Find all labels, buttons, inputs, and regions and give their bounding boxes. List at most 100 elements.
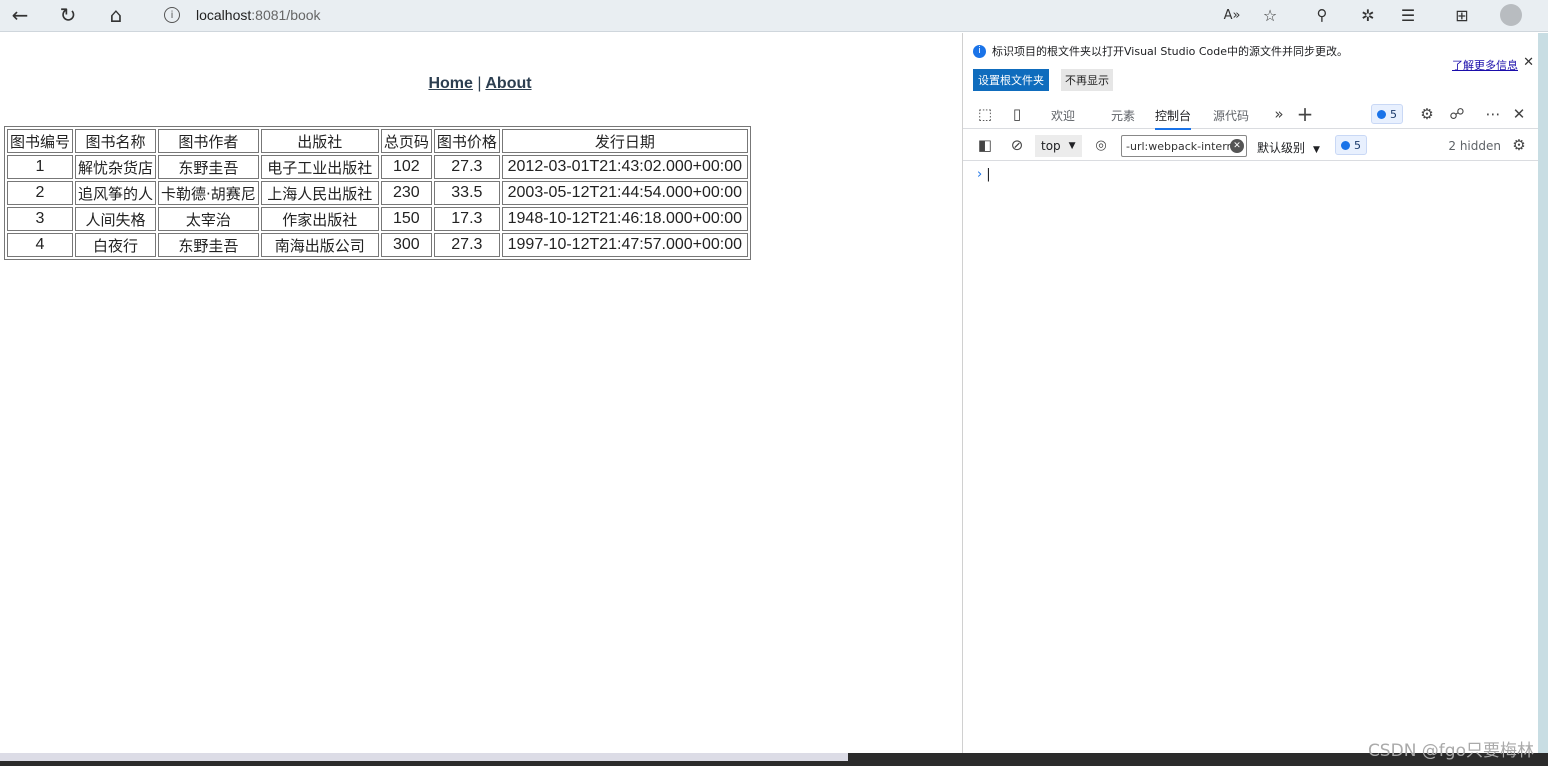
clear-console-icon[interactable]: ⊘ <box>1007 136 1027 154</box>
console-issues-badge[interactable]: 5 <box>1335 135 1367 155</box>
add-tab-icon[interactable]: + <box>1295 102 1315 126</box>
cell-pages: 150 <box>380 207 432 231</box>
devtools-notice: i 标识项目的根文件夹以打开Visual Studio Code中的源文件并同步… <box>973 43 1348 59</box>
cell-name: 解忧杂货店 <box>75 155 157 179</box>
cell-pages: 102 <box>380 155 432 179</box>
cell-date: 2003-05-12T21:44:54.000+00:00 <box>501 181 748 205</box>
cell-price: 33.5 <box>433 181 500 205</box>
table-row: 1 解忧杂货店 东野圭吾 电子工业出版社 102 27.3 2012-03-01… <box>7 155 748 179</box>
nav-links: Home | About <box>0 75 960 93</box>
header-release-date: 发行日期 <box>501 129 748 153</box>
notice-text: 标识项目的根文件夹以打开Visual Studio Code中的源文件并同步更改… <box>992 45 1349 58</box>
console-filter-input[interactable]: -url:webpack-intern ✕ <box>1121 135 1247 157</box>
home-link[interactable]: Home <box>428 75 472 92</box>
cell-name: 白夜行 <box>75 233 157 257</box>
table-header-row: 图书编号 图书名称 图书作者 出版社 总页码 图书价格 发行日期 <box>7 129 748 153</box>
cell-date: 2012-03-01T21:43:02.000+00:00 <box>501 155 748 179</box>
table-row: 2 追风筝的人 卡勒德·胡赛尼 上海人民出版社 230 33.5 2003-05… <box>7 181 748 205</box>
dont-show-again-button[interactable]: 不再显示 <box>1061 69 1113 91</box>
console-toolbar: ◧ ⊘ top ▼ ◎ -url:webpack-intern ✕ 默认级别 ▼ 5… <box>963 131 1543 161</box>
cell-pages: 230 <box>380 181 432 205</box>
set-root-folder-button[interactable]: 设置根文件夹 <box>973 69 1049 91</box>
url-text: localhost:8081/book <box>196 7 321 23</box>
puzzle-extensions-icon[interactable]: ✲ <box>1352 0 1384 30</box>
cell-id: 4 <box>7 233 74 257</box>
cell-author: 卡勒德·胡赛尼 <box>158 181 259 205</box>
cell-pages: 300 <box>380 233 432 257</box>
about-link[interactable]: About <box>485 75 531 92</box>
more-options-icon[interactable]: ⋯ <box>1483 105 1503 123</box>
info-icon: i <box>973 44 986 58</box>
cell-price: 17.3 <box>433 207 500 231</box>
books-table: 图书编号 图书名称 图书作者 出版社 总页码 图书价格 发行日期 1 解忧杂货店… <box>4 126 751 260</box>
console-prompt[interactable]: › | <box>977 167 991 182</box>
read-aloud-icon[interactable]: A» <box>1216 0 1248 30</box>
taskbar-strip <box>0 753 1548 766</box>
more-tabs-icon[interactable]: » <box>1269 105 1289 123</box>
log-level-select[interactable]: 默认级别 ▼ <box>1257 139 1320 156</box>
cell-date: 1948-10-12T21:46:18.000+00:00 <box>501 207 748 231</box>
back-arrow-icon[interactable]: ← <box>4 0 36 30</box>
message-icon <box>1341 140 1350 150</box>
clear-filter-icon[interactable]: ✕ <box>1230 139 1244 153</box>
learn-more-link[interactable]: 了解更多信息 <box>1452 57 1518 73</box>
dropdown-icon: ▼ <box>1068 141 1076 151</box>
table-row: 4 白夜行 东野圭吾 南海出版公司 300 27.3 1997-10-12T21… <box>7 233 748 257</box>
table-row: 3 人间失格 太宰治 作家出版社 150 17.3 1948-10-12T21:… <box>7 207 748 231</box>
dropdown-icon: ▼ <box>1313 145 1320 155</box>
header-book-id: 图书编号 <box>7 129 74 153</box>
hidden-count: 2 hidden <box>1448 139 1501 153</box>
cell-name: 人间失格 <box>75 207 157 231</box>
extension-icon[interactable]: ⚲ <box>1306 0 1338 30</box>
header-price: 图书价格 <box>433 129 500 153</box>
cell-price: 27.3 <box>433 155 500 179</box>
cell-author: 太宰治 <box>158 207 259 231</box>
tab-console[interactable]: 控制台 <box>1155 107 1192 130</box>
tab-welcome[interactable]: 欢迎 <box>1051 107 1075 124</box>
reload-icon[interactable]: ↻ <box>52 0 84 30</box>
profile-avatar-icon[interactable] <box>1500 4 1522 26</box>
close-devtools-icon[interactable]: ✕ <box>1509 105 1529 123</box>
header-book-name: 图书名称 <box>75 129 157 153</box>
tab-elements[interactable]: 元素 <box>1111 107 1135 124</box>
cell-publisher: 电子工业出版社 <box>260 155 379 179</box>
close-icon[interactable]: ✕ <box>1523 55 1534 70</box>
header-pages: 总页码 <box>380 129 432 153</box>
console-settings-icon[interactable]: ⚙ <box>1509 136 1529 154</box>
cell-id: 1 <box>7 155 74 179</box>
connection-icon[interactable]: ☍ <box>1447 105 1467 123</box>
web-page: Home | About 图书编号 图书名称 图书作者 出版社 总页码 图书价格… <box>0 33 960 753</box>
cell-publisher: 作家出版社 <box>260 207 379 231</box>
horizontal-scrollbar[interactable] <box>0 753 848 761</box>
settings-gear-icon[interactable]: ⚙ <box>1417 105 1437 123</box>
context-select[interactable]: top ▼ <box>1035 135 1082 157</box>
cell-id: 2 <box>7 181 74 205</box>
inspect-element-icon[interactable]: ⬚ <box>975 105 995 123</box>
cell-price: 27.3 <box>433 233 500 257</box>
devtools-panel: i 标识项目的根文件夹以打开Visual Studio Code中的源文件并同步… <box>962 33 1543 753</box>
cell-author: 东野圭吾 <box>158 233 259 257</box>
browser-toolbar: ← ↻ ⌂ i localhost:8081/book A» ☆ ⚲ ✲ ☰ ⊞ <box>0 0 1548 32</box>
cell-name: 追风筝的人 <box>75 181 157 205</box>
home-icon[interactable]: ⌂ <box>100 0 132 30</box>
site-info-icon[interactable]: i <box>164 7 180 23</box>
message-icon <box>1377 109 1386 119</box>
sidebar-toggle-icon[interactable]: ◧ <box>975 136 995 154</box>
devtools-tab-bar: ⬚ ▯ 欢迎 元素 控制台 源代码 » + 5 ⚙ ☍ ⋯ ✕ <box>963 99 1543 130</box>
live-expression-eye-icon[interactable]: ◎ <box>1091 136 1111 154</box>
address-bar[interactable]: i localhost:8081/book <box>140 2 1280 28</box>
favorites-icon[interactable]: ☰ <box>1392 0 1424 30</box>
cell-author: 东野圭吾 <box>158 155 259 179</box>
header-publisher: 出版社 <box>260 129 379 153</box>
header-author: 图书作者 <box>158 129 259 153</box>
issues-badge[interactable]: 5 <box>1371 104 1403 124</box>
watermark: CSDN @fgo只要梅林 <box>1367 741 1534 761</box>
favorite-add-icon[interactable]: ☆ <box>1254 0 1286 30</box>
screen: ← ↻ ⌂ i localhost:8081/book A» ☆ ⚲ ✲ ☰ ⊞… <box>0 0 1548 766</box>
cell-publisher: 上海人民出版社 <box>260 181 379 205</box>
collections-icon[interactable]: ⊞ <box>1446 0 1478 30</box>
device-toolbar-icon[interactable]: ▯ <box>1007 105 1027 123</box>
tab-sources[interactable]: 源代码 <box>1213 107 1249 124</box>
cell-id: 3 <box>7 207 74 231</box>
window-edge <box>1538 33 1548 753</box>
